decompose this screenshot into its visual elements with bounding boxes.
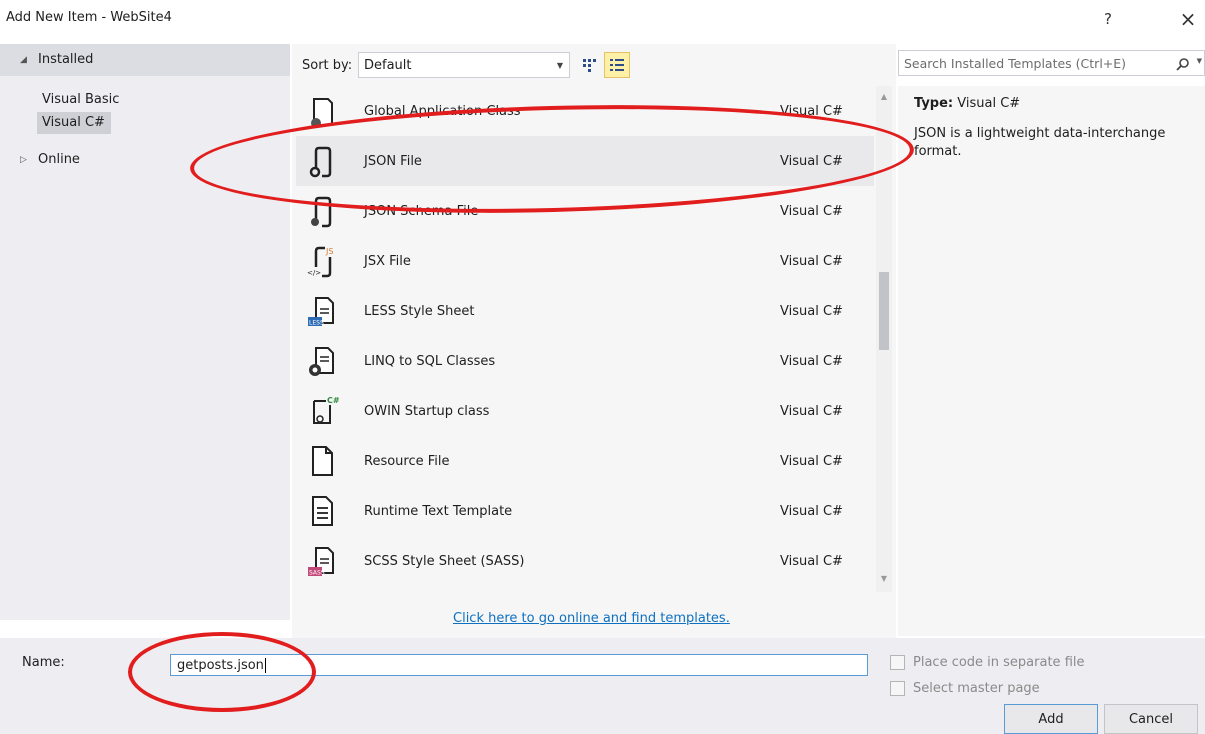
search-dropdown-icon[interactable]: ▼ [1197,57,1202,65]
checkbox-box [890,655,905,670]
linq-to-sql-icon [309,347,334,376]
dropdown-arrow-icon: ▼ [556,61,563,70]
template-row-less-style-sheet[interactable]: LESS LESS Style Sheet Visual C# [296,286,874,336]
list-view-button[interactable] [604,52,630,78]
template-row-scss-style-sheet[interactable]: SASS SCSS Style Sheet (SASS) Visual C# [296,536,874,586]
detail-type-value: Visual C# [957,96,1021,111]
close-button[interactable]: × [1174,6,1202,32]
cancel-button[interactable]: Cancel [1104,704,1198,734]
template-row-json-file[interactable]: JSON File Visual C# [296,136,874,186]
detail-type: Type: Visual C# [914,96,1020,111]
scroll-up-icon[interactable]: ▲ [876,90,892,104]
checkbox-box [890,681,905,696]
scrollbar-thumb[interactable] [879,272,889,350]
runtime-text-template-icon [312,496,333,526]
json-schema-file-icon [311,196,332,228]
jsx-file-icon: JS </> [307,246,333,278]
scss-stylesheet-icon: SASS [308,547,334,577]
template-row-runtime-text-template[interactable]: Runtime Text Template Visual C# [296,486,874,536]
less-stylesheet-icon: LESS [308,297,334,327]
small-icons-view-button[interactable] [576,52,602,78]
name-label: Name: [22,655,65,670]
detail-type-label: Type: [914,96,954,111]
template-row-global-application-class[interactable]: Global Application Class Visual C# [296,86,874,136]
svg-text:C#: C# [327,396,340,405]
template-details-pane [898,86,1205,636]
owin-startup-icon: C# [313,396,340,424]
template-row-json-schema-file[interactable]: JSON Schema File Visual C# [296,186,874,236]
sort-label: Sort by: [302,58,353,73]
detail-description: JSON is a lightweight data-interchange f… [914,126,1166,159]
tree-item-online[interactable]: ▷ Online [20,152,80,167]
search-templates-input[interactable]: Search Installed Templates (Ctrl+E) ▼ [898,50,1205,76]
tree-item-visual-csharp[interactable]: Visual C# [42,115,105,130]
template-row-linq-to-sql-classes[interactable]: LINQ to SQL Classes Visual C# [296,336,874,386]
name-input[interactable]: getposts.json [170,654,868,676]
window-title: Add New Item - WebSite4 [6,10,172,25]
place-code-separate-checkbox[interactable]: Place code in separate file [890,655,1085,670]
svg-text:LESS: LESS [309,320,324,327]
template-row-owin-startup-class[interactable]: C# OWIN Startup class Visual C# [296,386,874,436]
sort-select[interactable]: Default ▼ [358,52,570,78]
text-caret [264,657,266,673]
resource-file-icon [312,446,333,476]
online-templates-link[interactable]: Click here to go online and find templat… [453,611,730,626]
help-button[interactable]: ? [1094,6,1122,32]
expand-arrow-icon: ▷ [20,154,27,165]
collapse-arrow-icon: ◢ [20,54,27,65]
global-app-class-icon [311,98,333,128]
json-file-icon [309,146,332,178]
search-icon[interactable] [1176,57,1190,71]
tree-item-installed[interactable]: ◢ Installed [20,52,93,67]
scroll-down-icon[interactable]: ▼ [876,572,892,586]
list-view-icon [610,59,624,71]
svg-text:JS: JS [325,247,333,256]
svg-text:</>: </> [307,269,321,277]
template-row-jsx-file[interactable]: JS </> JSX File Visual C# [296,236,874,286]
svg-text:SASS: SASS [309,570,325,577]
select-master-page-checkbox[interactable]: Select master page [890,681,1040,696]
template-row-resource-file[interactable]: Resource File Visual C# [296,436,874,486]
tree-item-visual-basic[interactable]: Visual Basic [42,92,119,107]
template-list: Global Application Class Visual C# JSON … [296,86,876,592]
small-icons-icon [583,59,596,72]
add-button[interactable]: Add [1004,704,1098,734]
